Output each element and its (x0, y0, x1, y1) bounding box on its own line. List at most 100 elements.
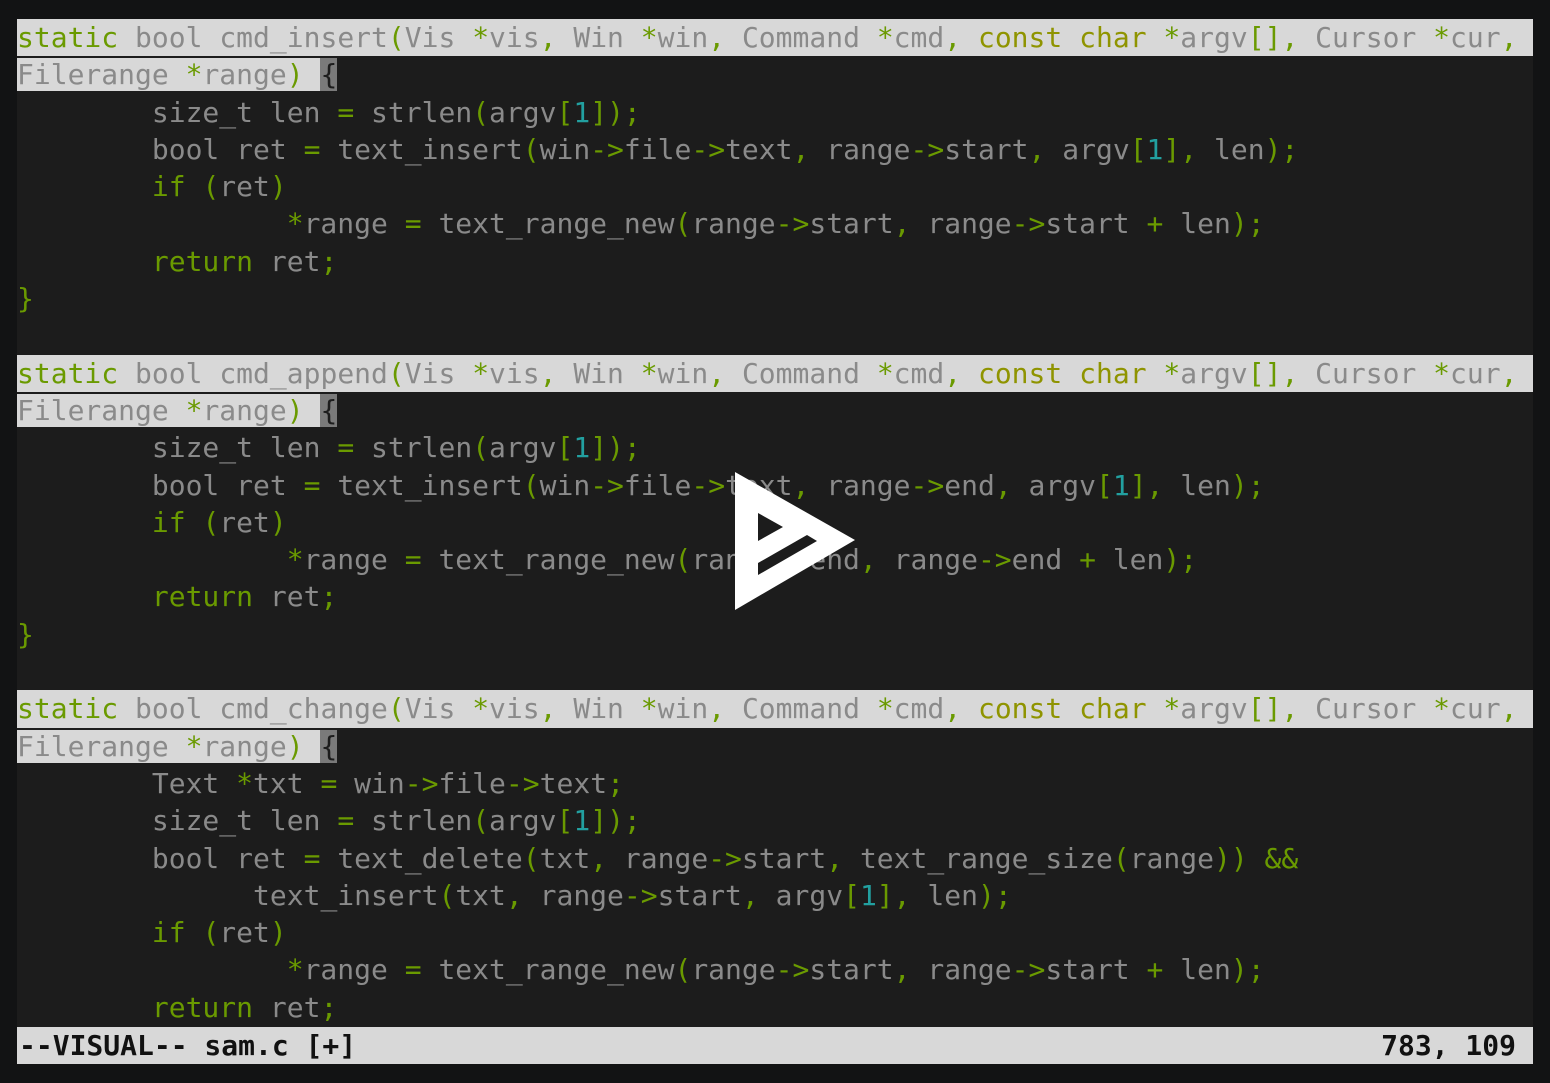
code-token: start (741, 841, 827, 875)
code-token: ) (1213, 841, 1231, 875)
code-token: len (269, 804, 321, 838)
code-token: text (539, 766, 608, 800)
code-token: * (185, 58, 203, 92)
code-token: ; (1180, 543, 1198, 577)
code-token: text_insert (253, 878, 439, 912)
code-token: len (269, 95, 321, 129)
code-token: ; (1247, 953, 1265, 987)
code-token: , (1281, 356, 1299, 390)
code-token (303, 393, 321, 427)
code-token: ( (674, 953, 692, 987)
code-token: = (404, 953, 422, 987)
code-token: bool (151, 468, 220, 502)
code-token: * (286, 543, 304, 577)
code-token: 1 (1146, 132, 1164, 166)
code-token: bool (135, 21, 203, 54)
code-token: Filerange (17, 58, 169, 92)
code-token: 1 (1112, 468, 1130, 502)
code-token: argv (489, 804, 557, 838)
code-token: ) (1230, 207, 1248, 241)
code-token: * (185, 393, 203, 427)
code-token: cmd (893, 356, 945, 390)
code-token: ] (590, 431, 608, 465)
code-token: argv (489, 95, 557, 129)
code-token: range (303, 953, 388, 987)
code-token (168, 58, 186, 92)
play-button[interactable] (725, 465, 865, 615)
code-token (303, 58, 321, 92)
code-token: start (809, 207, 894, 241)
code-token: range (623, 841, 709, 875)
code-token: , (539, 356, 557, 390)
code-token: , (539, 692, 557, 726)
code-token: text_insert (337, 468, 523, 502)
code-line: Filerange *range) { (17, 56, 1533, 93)
code-token: , (708, 692, 726, 726)
code-token: , (1281, 692, 1299, 726)
code-token: , (826, 841, 844, 875)
code-token: [ (1247, 356, 1265, 390)
code-token: * (472, 692, 490, 726)
code-token: ; (320, 990, 338, 1024)
code-token: = (337, 804, 355, 838)
code-token: strlen (371, 804, 473, 838)
code-token: const (977, 21, 1063, 54)
code-line: Text *txt = win->file->text; (17, 765, 1533, 802)
code-line: size_t len = strlen(argv[1]); (17, 429, 1533, 466)
code-token: * (1433, 21, 1451, 54)
code-line: if (ret) (17, 914, 1533, 951)
code-token: ret (269, 580, 321, 614)
code-token: range (691, 953, 776, 987)
code-token: -> (590, 132, 624, 166)
status-cursor-position: 783, 109 (1381, 1028, 1516, 1062)
code-token: ] (1264, 692, 1282, 726)
code-token: file (623, 132, 692, 166)
code-token: if (151, 170, 186, 204)
code-token: * (876, 356, 894, 390)
code-token: ret (219, 170, 270, 204)
code-token: ; (623, 804, 641, 838)
code-line: *range = text_range_new(range->start, ra… (17, 951, 1533, 988)
code-token: range (303, 207, 388, 241)
code-token: , (708, 356, 726, 390)
code-token: ( (202, 170, 220, 204)
code-token: = (404, 207, 422, 241)
code-token: ) (1264, 132, 1282, 166)
code-token: if (151, 916, 186, 950)
code-token: ) (286, 58, 304, 92)
